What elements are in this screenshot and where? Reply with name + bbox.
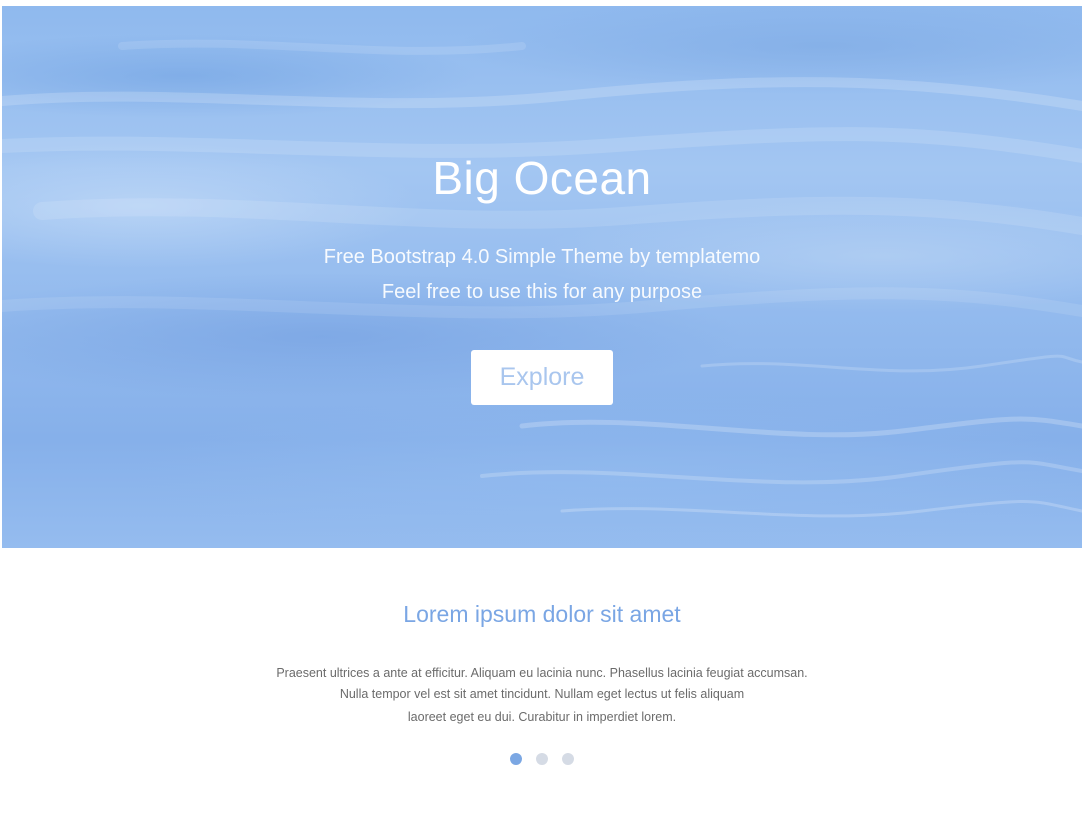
section-text-line-1: Praesent ultrices a ante at efficitur. A… xyxy=(276,666,808,680)
explore-button[interactable]: Explore xyxy=(471,350,613,405)
hero-subtitle-line-1: Free Bootstrap 4.0 Simple Theme by templ… xyxy=(323,246,761,268)
carousel-dot-1[interactable] xyxy=(510,753,522,765)
section-text-line-3: laoreet eget eu dui. Curabitur in imperd… xyxy=(407,710,677,724)
ocean-texture xyxy=(2,39,1082,518)
section-text-line-2: Nulla tempor vel est sit amet tincidunt.… xyxy=(339,687,745,701)
carousel-dot-3[interactable] xyxy=(562,753,574,765)
hero-banner: Big Ocean Free Bootstrap 4.0 Simple Them… xyxy=(2,6,1082,548)
page: Big Ocean Free Bootstrap 4.0 Simple Them… xyxy=(0,0,1084,816)
section-title: Lorem ipsum dolor sit amet xyxy=(403,601,681,627)
carousel-indicators xyxy=(0,753,1084,765)
hero-title: Big Ocean xyxy=(432,152,652,204)
carousel-dot-2[interactable] xyxy=(536,753,548,765)
hero-subtitle-line-2: Feel free to use this for any purpose xyxy=(381,281,703,303)
